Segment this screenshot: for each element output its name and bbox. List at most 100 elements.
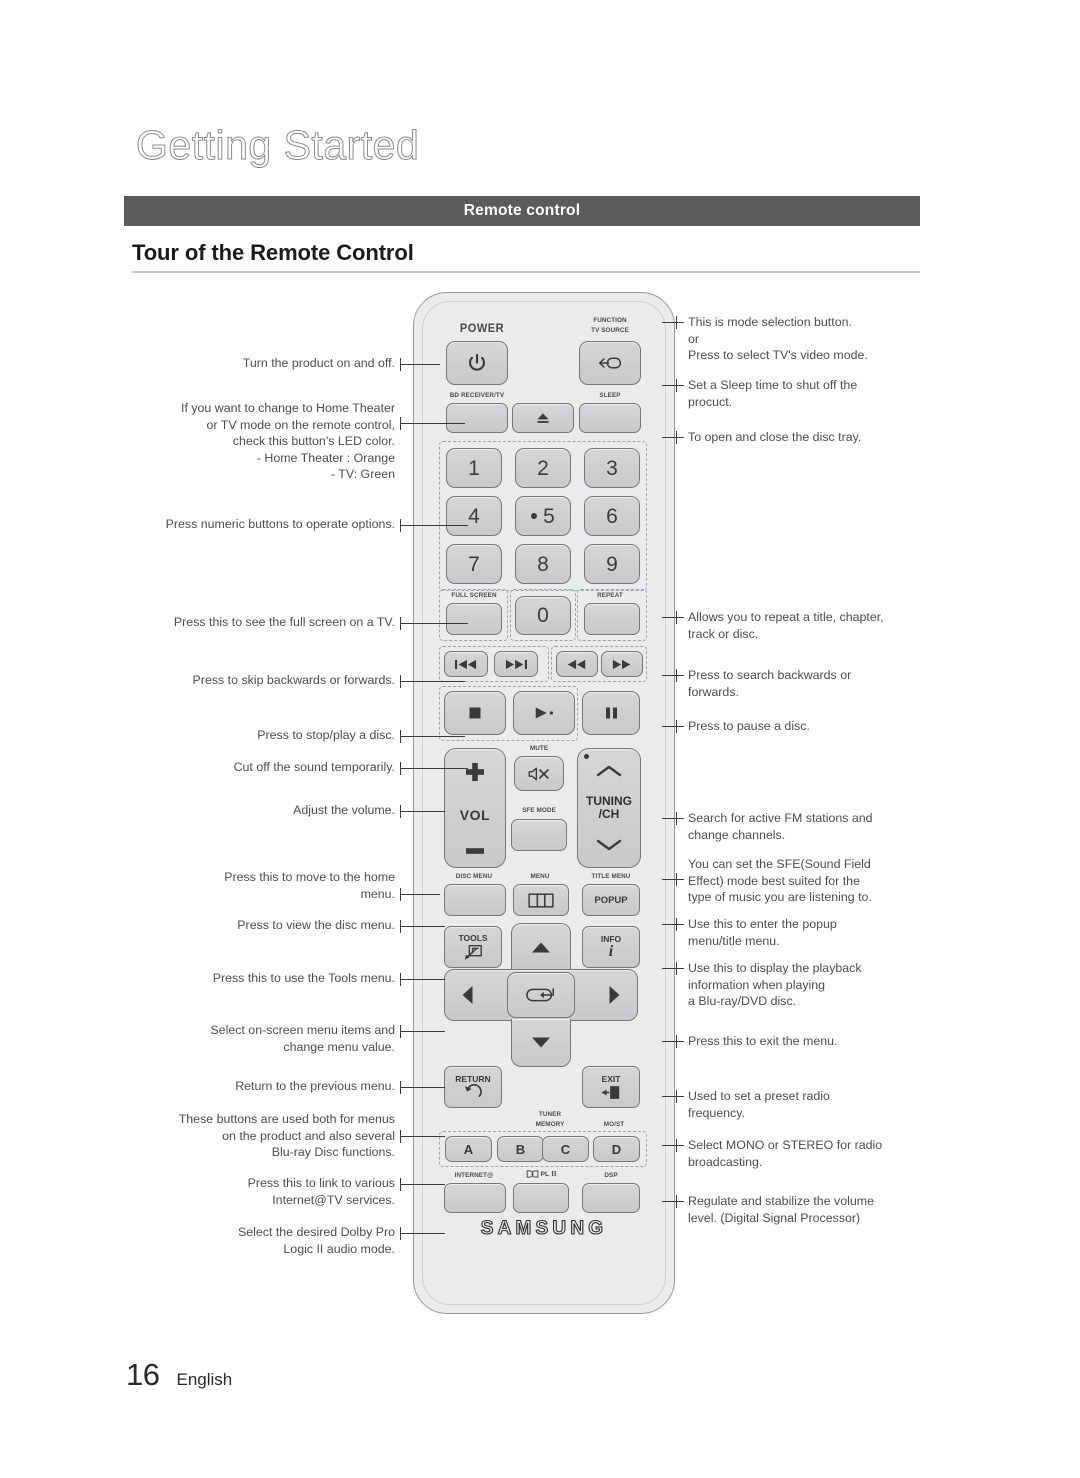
number-2-button[interactable]: 2 (515, 448, 571, 488)
color-button-b-label: B (515, 1141, 526, 1157)
leader-line-info (662, 968, 684, 970)
play-button[interactable] (513, 691, 575, 735)
rewind-icon (567, 659, 586, 669)
enter-button[interactable] (507, 972, 575, 1018)
color-button-a[interactable]: A (445, 1136, 492, 1162)
tools-button[interactable]: TOOLS (444, 926, 502, 968)
callout-right-repeat: Allows you to repeat a title, chapter, t… (688, 610, 884, 641)
callout-left-dolby: Select the desired Dolby Pro Logic II au… (237, 1225, 395, 1256)
number-6-button[interactable]: 6 (584, 496, 640, 536)
skip-forward-button[interactable] (494, 651, 538, 677)
leader-line-tools (400, 979, 445, 981)
function-tv-source-button[interactable] (579, 341, 641, 385)
dolby-pro-logic-label: PL II (512, 1170, 570, 1178)
number-8-button[interactable]: 8 (515, 544, 571, 584)
leader-cap-return (400, 1081, 402, 1094)
popup-button[interactable]: POPUP (582, 884, 640, 916)
callout-left-power: Turn the product on and off. (242, 356, 395, 370)
return-label: RETURN (455, 1073, 491, 1084)
pause-icon (605, 707, 617, 719)
color-button-d-label: D (611, 1141, 622, 1157)
sfe-mode-label: SFE MODE (522, 807, 556, 814)
leader-cap-dolby (400, 1227, 402, 1240)
number-1-button[interactable]: 1 (446, 448, 502, 488)
bd-receiver-tv-button[interactable] (446, 403, 508, 433)
number-9-button[interactable]: 9 (584, 544, 640, 584)
remote-control-illustration: POWER FUNCTION TV SOURCE BD RECEIVER/TV (413, 292, 675, 1314)
exit-button[interactable]: EXIT (582, 1066, 640, 1108)
tuning-ch-rocker-button[interactable]: TUNING /CH (577, 748, 641, 868)
dolby-pro-logic-button[interactable] (513, 1183, 569, 1213)
color-button-c[interactable]: C (542, 1136, 589, 1162)
eject-button[interactable] (512, 403, 574, 433)
leader-line-popup (662, 924, 684, 926)
stop-button[interactable] (444, 691, 506, 735)
leader-line-navigation (400, 1031, 445, 1033)
internet-label: INTERNET@ (454, 1172, 494, 1179)
callout-left-tools: Press this to use the Tools menu. (212, 971, 395, 985)
number-3-button[interactable]: 3 (584, 448, 640, 488)
info-button[interactable]: INFO i (582, 926, 640, 968)
leader-cap-full-screen (400, 617, 402, 630)
number-5-button[interactable]: 5 (515, 496, 571, 536)
callout-right-popup: Use this to enter the popup menu/title m… (688, 917, 837, 948)
callout-right-exit: Press this to exit the menu. (688, 1034, 838, 1048)
exit-label: EXIT (601, 1073, 621, 1084)
skip-backward-icon (455, 659, 477, 669)
pause-button[interactable] (582, 691, 640, 735)
number-4-button[interactable]: 4 (446, 496, 502, 536)
leader-cap-bd-receiver-tv (400, 417, 402, 430)
volume-rocker-button[interactable]: VOL (444, 748, 506, 868)
dsp-label: DSP (604, 1172, 618, 1179)
chevron-up-icon (596, 765, 622, 776)
volume-label: VOL (459, 806, 491, 823)
repeat-button[interactable] (584, 603, 640, 635)
sleep-button[interactable] (579, 403, 641, 433)
leader-line-exit (662, 1041, 684, 1043)
home-menu-button[interactable] (513, 884, 569, 916)
repeat-label: REPEAT (597, 592, 623, 599)
leader-cap-disc-menu (400, 920, 402, 933)
leader-line-numeric (400, 525, 468, 527)
full-screen-label: FULL SCREEN (451, 592, 497, 599)
leader-line-search (662, 675, 684, 677)
callout-right-info: Use this to display the playback informa… (688, 961, 862, 1009)
disc-menu-button[interactable] (444, 884, 506, 916)
sfe-mode-button[interactable] (511, 819, 567, 851)
skip-backward-button[interactable] (444, 651, 488, 677)
tools-icon (464, 945, 482, 960)
callout-left-full-screen: Press this to see the full screen on a T… (173, 615, 395, 629)
leader-cap-volume (400, 805, 402, 818)
manual-page: Getting Started Remote control Tour of t… (0, 0, 1080, 1478)
callout-left-stop-play: Press to stop/play a disc. (257, 728, 395, 742)
callout-left-color-buttons: These buttons are used both for menus on… (178, 1112, 395, 1160)
color-button-d[interactable]: D (593, 1136, 640, 1162)
number-3-label: 3 (606, 456, 618, 480)
power-button[interactable] (446, 341, 508, 385)
number-0-button[interactable]: 0 (515, 596, 571, 635)
leader-line-sleep (662, 385, 684, 387)
arrow-up-icon (532, 942, 550, 953)
number-4-label: 4 (468, 504, 480, 528)
number-0-label: 0 (537, 604, 549, 627)
internet-tv-button[interactable] (444, 1183, 506, 1213)
page-heading: Tour of the Remote Control (132, 240, 414, 265)
leader-cap-navigation (400, 1025, 402, 1038)
search-forward-button[interactable] (601, 651, 643, 677)
callout-right-pause: Press to pause a disc. (688, 719, 810, 733)
leader-cap-home-menu (400, 888, 402, 901)
callout-right-function: This is mode selection button. or Press … (688, 315, 868, 363)
leader-line-tuner-memory (662, 1096, 684, 1098)
color-button-b[interactable]: B (497, 1136, 544, 1162)
dpad-up-button[interactable] (511, 923, 571, 971)
full-screen-button[interactable] (446, 603, 502, 635)
dpad-down-button[interactable] (511, 1019, 571, 1067)
dsp-button[interactable] (582, 1183, 640, 1213)
return-button[interactable]: RETURN (444, 1066, 502, 1108)
plus-icon (466, 763, 484, 782)
number-7-button[interactable]: 7 (446, 544, 502, 584)
search-backward-button[interactable] (556, 651, 598, 677)
leader-line-function (662, 322, 684, 324)
leader-line-dolby (400, 1233, 445, 1235)
mute-button[interactable] (514, 756, 564, 791)
